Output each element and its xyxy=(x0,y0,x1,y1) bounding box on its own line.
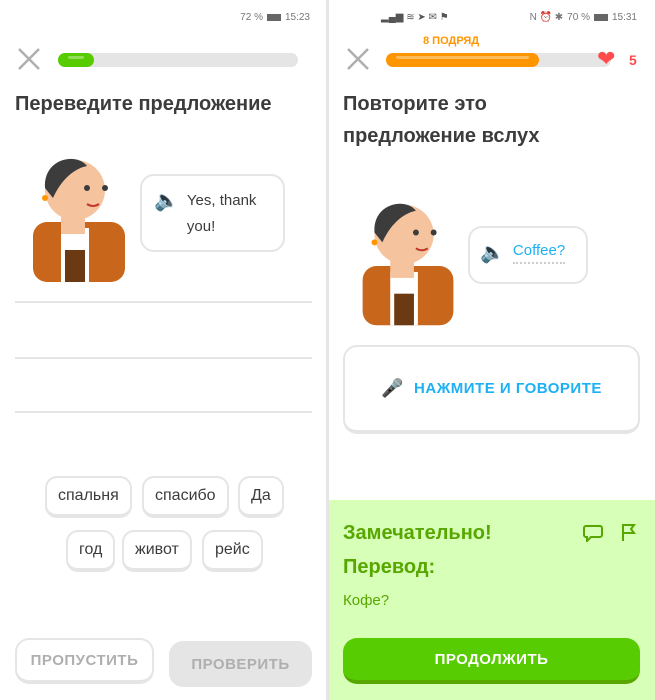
close-icon[interactable] xyxy=(16,46,42,72)
translation-text: Кофе? xyxy=(343,592,390,609)
hearts-count: 5 xyxy=(629,52,637,68)
progress-fill xyxy=(58,53,94,67)
continue-button[interactable]: ПРОДОЛЖИТЬ xyxy=(343,638,640,684)
status-bar: N ⏰ ✱ 70 % 15:31 xyxy=(530,12,637,23)
word-chip[interactable]: живот xyxy=(122,530,192,572)
microphone-icon: 🎤 xyxy=(381,378,405,398)
word-chip[interactable]: Да xyxy=(238,476,284,518)
answer-line xyxy=(15,411,312,413)
notification-icons: ▂▄▆ ≋ ➤ ✉ ⚑ xyxy=(381,12,449,23)
translation-label: Перевод: xyxy=(343,556,436,578)
tap-to-speak-label: НАЖМИТЕ И ГОВОРИТЕ xyxy=(414,380,602,397)
speech-text: Yes, thank you! xyxy=(186,192,257,235)
word-chip[interactable]: рейс xyxy=(202,530,263,572)
speaker-icon[interactable]: 🔈 xyxy=(154,188,179,214)
battery-icon xyxy=(593,14,608,21)
close-icon[interactable] xyxy=(345,46,371,72)
progress-fill xyxy=(386,53,539,67)
speech-bubble[interactable]: 🔈 Yes, thank you! xyxy=(140,174,285,252)
character-illustration xyxy=(32,157,126,283)
character-illustration xyxy=(361,202,455,327)
word-chip[interactable]: спальня xyxy=(45,476,132,518)
alarm-icon: N ⏰ ✱ xyxy=(529,12,564,23)
answer-line xyxy=(15,357,312,359)
page-title: Переведите предложение xyxy=(15,93,272,115)
speak-exercise-screen: ▂▄▆ ≋ ➤ ✉ ⚑ N ⏰ ✱ 70 % 15:31 8 ПОДРЯД ❤ … xyxy=(329,0,655,700)
answer-line xyxy=(15,301,312,303)
speech-bubble[interactable]: 🔈 Coffee? xyxy=(468,226,588,284)
speech-text: Coffee? xyxy=(512,240,566,264)
tap-to-speak-button[interactable]: 🎤 НАЖМИТЕ И ГОВОРИТЕ xyxy=(343,345,640,434)
word-chip[interactable]: спасибо xyxy=(142,476,229,518)
lesson-progress-bar xyxy=(386,53,611,67)
battery-percent: 70 % xyxy=(567,12,590,23)
skip-button[interactable]: ПРОПУСТИТЬ xyxy=(15,638,154,684)
word-chip[interactable]: год xyxy=(66,530,116,572)
check-button[interactable]: ПРОВЕРИТЬ xyxy=(169,641,312,687)
battery-icon xyxy=(266,14,281,21)
battery-percent: 72 % xyxy=(240,12,263,23)
status-bar: 72 % 15:23 xyxy=(240,12,310,23)
feedback-panel: Замечательно! Перевод: Кофе? ПРОДОЛЖИТЬ xyxy=(329,500,655,700)
page-title-line1: Повторите это xyxy=(343,93,487,115)
comment-icon[interactable] xyxy=(583,524,603,542)
clock: 15:23 xyxy=(284,12,310,23)
feedback-title: Замечательно! xyxy=(343,522,492,544)
translate-exercise-screen: 72 % 15:23 Переведите предложение 🔈 Yes,… xyxy=(0,0,326,700)
streak-label: 8 ПОДРЯД xyxy=(423,35,480,47)
clock: 15:31 xyxy=(611,12,637,23)
report-flag-icon[interactable] xyxy=(619,522,637,542)
heart-icon: ❤ xyxy=(597,46,616,71)
page-title-line2: предложение вслух xyxy=(343,125,540,147)
lesson-progress-bar xyxy=(58,53,298,67)
speaker-icon[interactable]: 🔈 xyxy=(480,240,505,266)
